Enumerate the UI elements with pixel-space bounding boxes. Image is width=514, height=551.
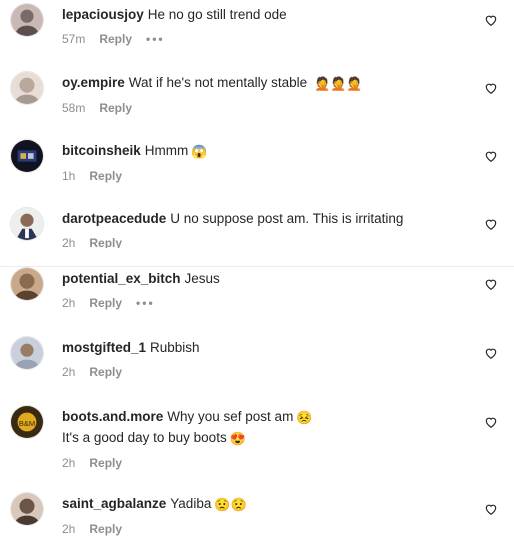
persevere-emoji: 😣 (296, 410, 313, 425)
comment-username[interactable]: mostgifted_1 (62, 340, 146, 355)
comment-time: 2h (62, 365, 76, 379)
comment-username[interactable]: darotpeacedude (62, 211, 166, 226)
section-divider (0, 266, 514, 267)
avatar[interactable] (10, 207, 44, 241)
comment-username[interactable]: potential_ex_bitch (62, 271, 181, 286)
like-heart-icon[interactable] (484, 502, 498, 516)
avatar[interactable] (10, 492, 44, 526)
worried-emoji: 😟😟 (214, 497, 247, 512)
comment-text: Yadiba (170, 496, 212, 511)
avatar[interactable] (10, 267, 44, 301)
avatar[interactable] (10, 336, 44, 370)
like-heart-icon[interactable] (484, 415, 498, 429)
comment-text: Rubbish (150, 340, 200, 355)
more-options-icon[interactable]: ••• (136, 296, 155, 310)
like-heart-icon[interactable] (484, 277, 498, 291)
reply-button[interactable]: Reply (89, 456, 122, 470)
comment-time: 2h (62, 296, 76, 310)
like-heart-icon[interactable] (484, 346, 498, 360)
clipped-region: darotpeacedude U no suppose post am. This… (0, 0, 514, 248)
comment-text: Jesus (184, 271, 220, 286)
comment-time: 2h (62, 236, 76, 248)
comment-text: U no suppose post am. This is irritating (170, 211, 404, 226)
comment-time: 2h (62, 456, 76, 470)
comment-text: Why you sef post am (167, 409, 294, 424)
reply-button[interactable]: Reply (89, 365, 122, 379)
avatar[interactable]: B&M (10, 405, 44, 439)
reply-button[interactable]: Reply (89, 296, 122, 310)
comment-username[interactable]: boots.and.more (62, 409, 163, 424)
like-heart-icon[interactable] (484, 217, 498, 231)
reply-button[interactable]: Reply (89, 522, 122, 536)
reply-button[interactable]: Reply (89, 236, 122, 248)
svg-text:B&M: B&M (19, 419, 35, 428)
heart-eyes-emoji: 😍 (229, 431, 246, 446)
comment-username[interactable]: saint_agbalanze (62, 496, 166, 511)
comment-text-line2: It's a good day to buy boots (62, 430, 227, 445)
comment-time: 2h (62, 522, 76, 536)
